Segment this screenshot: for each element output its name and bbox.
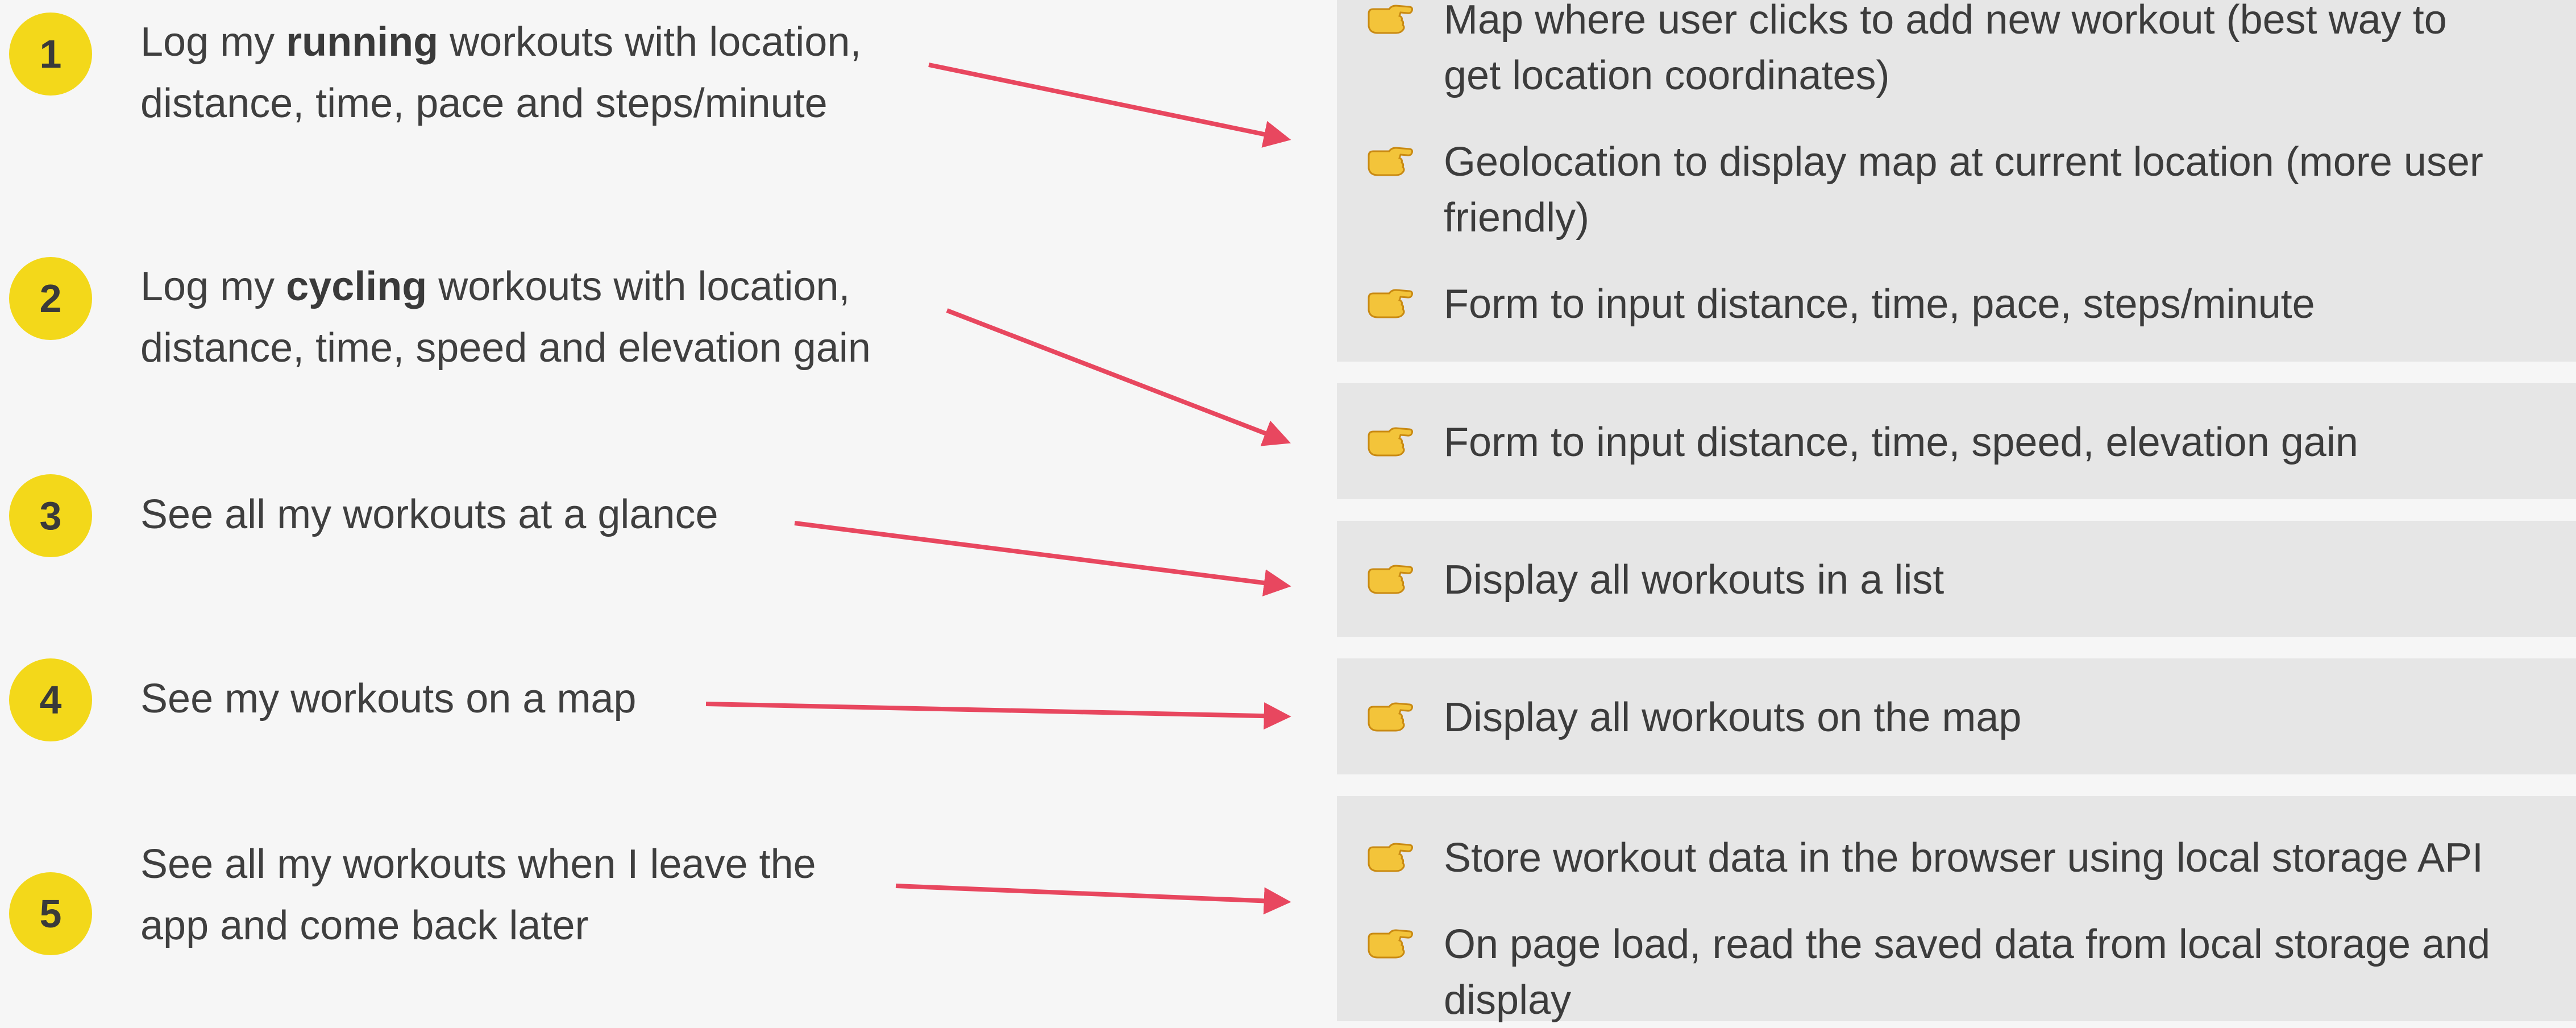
feature-text: Display all workouts in a list: [1444, 552, 2575, 608]
story-number-badge: 2: [9, 257, 92, 340]
feature-text: Form to input distance, time, speed, ele…: [1444, 414, 2575, 470]
feature-text: On page load, read the saved data from l…: [1444, 917, 2575, 1028]
story-text-post: workouts with location,: [427, 264, 850, 309]
arrow-story-4: [705, 702, 1291, 730]
story-1: 1 Log my running workouts with location,…: [9, 13, 861, 134]
story-line-1: See all my workouts at a glance: [140, 492, 718, 537]
feature-line-1: Store workout data in the browser using …: [1444, 835, 2484, 881]
story-line-2: app and come back later: [140, 903, 589, 948]
feature-text: Form to input distance, time, pace, step…: [1444, 276, 2575, 332]
feature-line-1: Display all workouts in a list: [1444, 557, 1945, 603]
story-4: 4 See my workouts on a map: [9, 658, 636, 741]
story-number-badge: 4: [9, 658, 92, 741]
feature-panel-cycling: Form to input distance, time, speed, ele…: [1337, 383, 2576, 499]
story-number-badge: 5: [9, 872, 92, 955]
story-line-2: distance, time, speed and elevation gain: [140, 325, 871, 371]
feature-line-2: display: [1444, 977, 1572, 1023]
story-text-bold: running: [286, 19, 439, 65]
feature-line-1: Geolocation to display map at current lo…: [1444, 139, 2483, 185]
pointing-hand-icon: [1368, 427, 1413, 457]
arrow-story-1: [928, 63, 1291, 148]
story-line-1: See all my workouts when I leave the: [140, 842, 816, 887]
feature-panel-list: Display all workouts in a list: [1337, 521, 2576, 637]
feature-text: Store workout data in the browser using …: [1444, 830, 2575, 886]
story-text-post: workouts with location,: [438, 19, 862, 65]
feature-text: Map where user clicks to add new workout…: [1444, 0, 2575, 103]
feature-line-2: get location coordinates): [1444, 53, 1890, 98]
pointing-hand-icon: [1368, 147, 1413, 176]
story-number-badge: 3: [9, 474, 92, 557]
story-line-1: See my workouts on a map: [140, 676, 637, 722]
pointing-hand-icon: [1368, 5, 1413, 34]
user-stories-to-features-diagram: 1 Log my running workouts with location,…: [0, 0, 2576, 1023]
story-text-pre: Log my: [140, 19, 286, 65]
pointing-hand-icon: [1368, 565, 1413, 594]
story-text-bold: cycling: [286, 264, 427, 309]
story-5: 5 See all my workouts when I leave the a…: [9, 842, 816, 956]
pointing-hand-icon: [1368, 843, 1413, 872]
feature-text: Display all workouts on the map: [1444, 690, 2575, 745]
story-text: Log my running workouts with location, d…: [140, 11, 861, 134]
feature-line-1: Display all workouts on the map: [1444, 695, 2022, 740]
story-number-badge: 1: [9, 13, 92, 96]
feature-panel-storage: Store workout data in the browser using …: [1337, 796, 2576, 1023]
feature-line-1: On page load, read the saved data from l…: [1444, 922, 2491, 967]
arrow-story-3: [794, 521, 1291, 596]
feature-line-2: friendly): [1444, 195, 1590, 241]
feature-line-1: Map where user clicks to add new workout…: [1444, 0, 2447, 43]
story-line-1: Log my running workouts with location,: [140, 11, 861, 73]
pointing-hand-icon: [1368, 289, 1413, 318]
pointing-hand-icon: [1368, 702, 1413, 732]
feature-line-1: Form to input distance, time, speed, ele…: [1444, 420, 2358, 465]
feature-text: Geolocation to display map at current lo…: [1444, 134, 2575, 246]
story-2: 2 Log my cycling workouts with location,…: [9, 257, 871, 379]
arrow-story-2: [946, 308, 1291, 446]
story-text: Log my cycling workouts with location, d…: [140, 256, 871, 379]
feature-panel-map: Display all workouts on the map: [1337, 658, 2576, 774]
story-text: See all my workouts when I leave the app…: [140, 834, 816, 956]
story-3: 3 See all my workouts at a glance: [9, 474, 718, 557]
story-line-1: Log my cycling workouts with location,: [140, 256, 871, 317]
feature-panel-running: Map where user clicks to add new workout…: [1337, 0, 2576, 362]
story-line-2: distance, time, pace and steps/minute: [140, 81, 828, 126]
pointing-hand-icon: [1368, 929, 1413, 959]
story-text: See my workouts on a map: [140, 668, 636, 729]
story-text-pre: Log my: [140, 264, 286, 309]
arrow-story-5: [895, 884, 1291, 915]
story-text: See all my workouts at a glance: [140, 484, 718, 545]
feature-line-1: Form to input distance, time, pace, step…: [1444, 281, 2315, 327]
